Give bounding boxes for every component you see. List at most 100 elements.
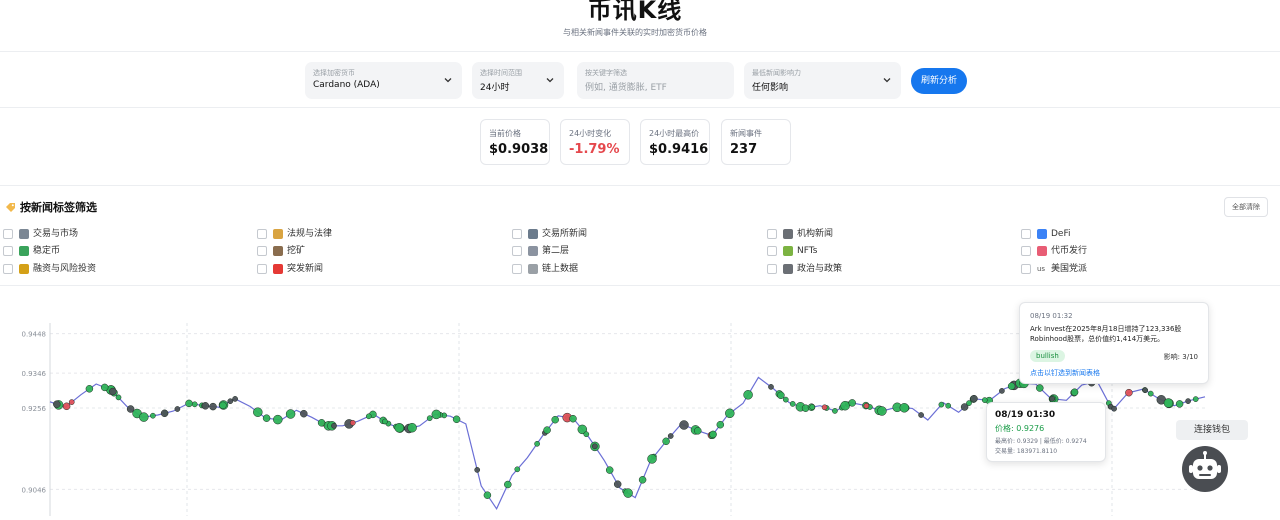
stat-label: 24小时最高价 [649, 129, 700, 138]
tag-checkbox[interactable] [1021, 264, 1031, 274]
news-event-marker [209, 402, 217, 411]
stat-value: $0.9038 [489, 142, 549, 157]
tag-checkbox[interactable] [767, 246, 777, 256]
news-event-marker [53, 400, 61, 408]
news-tooltip[interactable]: 08/19 01:32 Ark Invest在2025年8月18日增持了123,… [1019, 302, 1209, 384]
chatbot-button[interactable] [1182, 446, 1228, 492]
news-event-marker [667, 433, 674, 439]
news-event-marker [709, 430, 717, 439]
chain-icon [528, 264, 538, 274]
chevron-down-icon [883, 78, 891, 83]
money-icon [19, 246, 29, 256]
news-event-marker [1125, 388, 1133, 397]
news-event-marker [1175, 400, 1184, 408]
news-event-marker [999, 388, 1005, 394]
sentiment-badge: bullish [1030, 350, 1065, 362]
news-event-marker [62, 402, 71, 411]
news-event-marker [694, 427, 702, 435]
filter-bar: 选择加密货币 Cardano (ADA) 选择时间范围 24小时 按关键字筛选 … [0, 52, 1280, 108]
news-event-marker [613, 480, 622, 488]
news-event-marker [569, 414, 577, 423]
impact-select-value: 任何影响 [752, 83, 789, 93]
price-tooltip: 08/19 01:30 价格: 0.9276 最高价: 0.9329 | 最低价… [986, 402, 1106, 462]
stats-row: 当前价格 $0.9038 24小时变化 -1.79% 24小时最高价 $0.94… [0, 108, 1280, 186]
news-event-marker [253, 407, 263, 417]
news-event-marker [945, 402, 952, 409]
scales-icon [273, 229, 283, 239]
tag-checkbox[interactable] [257, 246, 267, 256]
keyword-input[interactable]: 按关键字筛选 例如, 通货膨胀, ETF [577, 62, 734, 99]
news-event-marker [583, 431, 590, 438]
news-event-marker [109, 387, 117, 396]
connect-wallet-button[interactable]: 连接钱包 [1176, 420, 1248, 440]
news-event-marker [150, 412, 156, 419]
tag-label: 突发新闻 [287, 264, 324, 274]
news-event-marker [349, 419, 356, 426]
news-text: Ark Invest在2025年8月18日增持了123,336股Robinhoo… [1030, 325, 1182, 343]
news-event-marker [938, 401, 945, 408]
news-event-marker [1036, 384, 1044, 392]
news-event-marker [789, 401, 796, 407]
stat-card-price: 当前价格 $0.9038 [480, 119, 550, 165]
stat-label: 24小时变化 [569, 129, 612, 138]
news-event-marker [591, 443, 598, 450]
stat-label: 新闻事件 [730, 129, 762, 138]
stat-value: 237 [730, 142, 758, 157]
news-event-marker [534, 440, 540, 447]
news-event-marker [300, 409, 308, 418]
pin-news-link[interactable]: 点击以钉选到新闻表格 [1030, 368, 1100, 378]
tag-checkbox[interactable] [3, 264, 13, 274]
tag-filter-section: 按新闻标签筛选 全部清除 交易与市场 法规与法律 交易所新闻 机构新闻 DeFi 稳定币 挖… [0, 186, 1280, 286]
tag-label: 链上数据 [542, 264, 579, 274]
coin-select[interactable]: 选择加密货币 Cardano (ADA) [305, 62, 462, 99]
news-event-marker [262, 414, 271, 422]
tag-label: 第二层 [542, 246, 570, 256]
page-subtitle: 与相关新闻事件关联的实时加密货币价格 [563, 28, 707, 37]
impact-score: 影响: 3/10 [1163, 353, 1198, 361]
tag-checkbox[interactable] [3, 229, 13, 239]
refresh-button[interactable]: 刷新分析 [911, 68, 967, 94]
tag-checkbox[interactable] [3, 246, 13, 256]
news-event-marker [431, 409, 442, 420]
tag-checkbox[interactable] [512, 229, 522, 239]
y-tick-label: 0.9256 [22, 405, 47, 413]
news-event-marker [227, 398, 234, 405]
tag-checkbox[interactable] [1021, 246, 1031, 256]
siren-icon [273, 264, 283, 274]
news-event-marker [474, 467, 481, 473]
tag-label: DeFi [1051, 229, 1071, 239]
news-event-marker [407, 422, 417, 433]
news-event-marker [863, 402, 870, 409]
tag-label: 法规与法律 [287, 229, 333, 239]
tag-checkbox[interactable] [767, 264, 777, 274]
news-event-marker [1163, 398, 1174, 408]
news-event-marker [768, 384, 774, 390]
tag-icon [6, 203, 15, 212]
news-event-marker [777, 391, 785, 400]
news-event-marker [543, 426, 551, 434]
clear-all-button[interactable]: 全部清除 [1224, 197, 1268, 217]
impact-select[interactable]: 最低新闻影响力 任何影响 [744, 62, 901, 99]
tag-label: 稳定币 [33, 246, 61, 256]
tag-checkbox[interactable] [257, 264, 267, 274]
tag-label: 政治与政策 [797, 264, 843, 274]
tag-checkbox[interactable] [1021, 229, 1031, 239]
stat-card-high: 24小时最高价 $0.9416 [640, 119, 710, 165]
chevron-down-icon [444, 78, 452, 83]
news-event-marker [394, 423, 404, 433]
us-flag-icon: us [1037, 265, 1046, 273]
range-select[interactable]: 选择时间范围 24小时 [472, 62, 564, 99]
tag-checkbox[interactable] [767, 229, 777, 239]
tag-checkbox[interactable] [512, 264, 522, 274]
news-event-marker [840, 400, 850, 411]
tag-checkbox[interactable] [512, 246, 522, 256]
news-event-marker [981, 397, 988, 403]
news-event-marker [832, 408, 838, 414]
news-event-marker [647, 454, 657, 464]
stat-card-news: 新闻事件 237 [721, 119, 791, 165]
news-event-marker [821, 404, 828, 411]
tag-label: 机构新闻 [797, 229, 834, 239]
chevron-down-icon [546, 78, 554, 83]
tag-checkbox[interactable] [257, 229, 267, 239]
news-event-marker [725, 408, 735, 419]
